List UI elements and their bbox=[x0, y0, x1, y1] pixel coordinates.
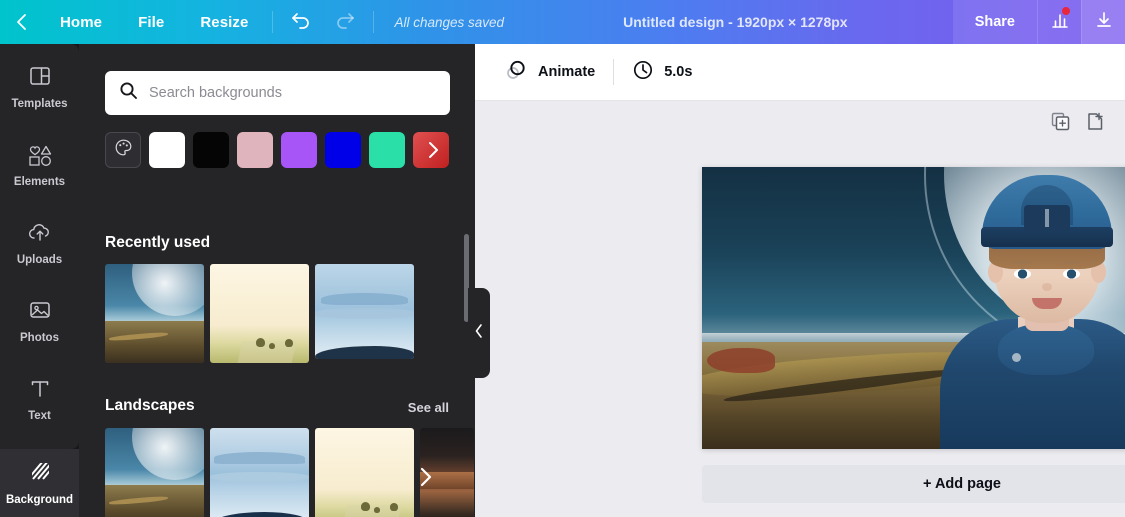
swatch-blue[interactable] bbox=[325, 132, 361, 168]
add-page-icon[interactable] bbox=[1085, 111, 1106, 137]
download-button[interactable] bbox=[1081, 0, 1125, 44]
redo-icon bbox=[334, 10, 356, 35]
share-button[interactable]: Share bbox=[952, 0, 1037, 44]
sidebar-item-elements[interactable]: Elements bbox=[0, 126, 79, 204]
back-button[interactable] bbox=[0, 0, 42, 44]
child-figure bbox=[922, 175, 1125, 449]
thumb-art bbox=[210, 428, 309, 517]
redo-button[interactable] bbox=[323, 0, 367, 44]
canvas-toolbar-divider bbox=[613, 59, 615, 85]
landscapes-next-button[interactable] bbox=[408, 460, 442, 494]
swatch-pink[interactable] bbox=[237, 132, 273, 168]
sidebar-item-background[interactable]: Background bbox=[0, 449, 79, 517]
toolbar-divider-2 bbox=[373, 11, 375, 33]
palette-icon bbox=[114, 138, 133, 162]
eye-right bbox=[1063, 269, 1080, 279]
color-swatch-row bbox=[105, 132, 475, 168]
stats-button[interactable] bbox=[1037, 0, 1081, 44]
design-page-canvas[interactable] bbox=[702, 167, 1125, 449]
nose bbox=[1042, 283, 1052, 291]
download-icon bbox=[1094, 10, 1114, 35]
thumb-art bbox=[210, 264, 309, 363]
sidebar-item-text[interactable]: Text bbox=[0, 360, 79, 438]
top-toolbar: Home File Resize All changes saved Untit… bbox=[0, 0, 1125, 44]
animate-button[interactable]: Animate bbox=[490, 52, 609, 92]
animate-circles-icon bbox=[504, 58, 528, 86]
save-status: All changes saved bbox=[394, 14, 505, 30]
child-sweater bbox=[940, 319, 1125, 449]
sidebar-item-label: Uploads bbox=[16, 254, 63, 267]
thumb-art bbox=[105, 264, 204, 363]
search-icon bbox=[119, 81, 138, 105]
cap-strap bbox=[1024, 205, 1070, 231]
sidebar-item-label: Templates bbox=[11, 98, 68, 111]
canvas-area: Animate 5.0s + Add page bbox=[475, 44, 1125, 517]
duration-label: 5.0s bbox=[664, 64, 693, 80]
thumb-art bbox=[315, 428, 414, 517]
sidebar-item-label: Text bbox=[28, 410, 51, 423]
thumb-art bbox=[105, 428, 204, 517]
red-rock bbox=[707, 347, 775, 373]
chevron-left-icon bbox=[474, 323, 484, 344]
swatch-white[interactable] bbox=[149, 132, 185, 168]
thumb-misty-mountains[interactable] bbox=[315, 264, 414, 359]
clock-icon bbox=[632, 59, 654, 85]
thumb-sepia-field[interactable] bbox=[315, 428, 414, 517]
sidebar-item-templates[interactable]: Templates bbox=[0, 48, 79, 126]
toolbar-divider bbox=[272, 11, 274, 33]
design-title[interactable]: Untitled design - 1920px × 1278px bbox=[623, 14, 847, 30]
canva-editor: Home File Resize All changes saved Untit… bbox=[0, 0, 1125, 517]
panel-collapse-handle[interactable] bbox=[468, 288, 490, 378]
photos-image-icon bbox=[27, 297, 53, 326]
sidebar-item-label: Photos bbox=[20, 332, 59, 345]
recently-used-title: Recently used bbox=[105, 234, 211, 251]
page-actions bbox=[1016, 102, 1106, 146]
canvas-toolbar: Animate 5.0s bbox=[475, 44, 1125, 101]
color-palette-picker[interactable] bbox=[105, 132, 141, 168]
design-artwork bbox=[702, 167, 1125, 449]
brow-left bbox=[1013, 261, 1031, 264]
add-page-button[interactable]: + Add page bbox=[702, 465, 1125, 503]
recently-used-thumbs bbox=[105, 264, 414, 363]
elements-icon bbox=[25, 141, 55, 170]
background-hatch-icon bbox=[27, 460, 53, 487]
sidebar-item-uploads[interactable]: Uploads bbox=[0, 204, 79, 282]
file-menu-item[interactable]: File bbox=[120, 0, 182, 44]
sidebar-item-label: Elements bbox=[13, 176, 66, 189]
swatch-teal[interactable] bbox=[369, 132, 405, 168]
thumb-sepia-field[interactable] bbox=[210, 264, 309, 363]
swatch-purple[interactable] bbox=[281, 132, 317, 168]
landscapes-see-all-link[interactable]: See all bbox=[408, 400, 449, 415]
left-sidebar: Templates Elements Uploads Photos Text B… bbox=[0, 44, 79, 517]
duplicate-page-icon[interactable] bbox=[1050, 111, 1071, 137]
swatches-next-button[interactable] bbox=[415, 132, 449, 168]
thumb-art bbox=[315, 264, 414, 359]
swatch-black[interactable] bbox=[193, 132, 229, 168]
undo-icon bbox=[290, 10, 312, 35]
search-input[interactable]: Search backgrounds bbox=[105, 71, 450, 115]
notification-badge bbox=[1062, 7, 1070, 15]
mouth bbox=[1032, 298, 1062, 309]
text-t-icon bbox=[27, 375, 53, 404]
thumb-desert-canyon[interactable] bbox=[105, 428, 204, 517]
thumb-desert-canyon[interactable] bbox=[105, 264, 204, 363]
home-menu-item[interactable]: Home bbox=[42, 0, 120, 44]
eye-left bbox=[1014, 269, 1031, 279]
duration-button[interactable]: 5.0s bbox=[618, 52, 706, 92]
backgrounds-panel: Search backgrounds Recently used Landsca… bbox=[79, 44, 475, 517]
resize-menu-item[interactable]: Resize bbox=[182, 0, 266, 44]
undo-button[interactable] bbox=[279, 0, 323, 44]
swatch-red[interactable] bbox=[413, 132, 449, 168]
brow-right bbox=[1063, 261, 1081, 264]
thumb-blue-mountains[interactable] bbox=[210, 428, 309, 517]
sidebar-item-photos[interactable]: Photos bbox=[0, 282, 79, 360]
sidebar-item-label: Background bbox=[5, 494, 74, 506]
search-placeholder: Search backgrounds bbox=[149, 85, 282, 101]
templates-icon bbox=[27, 63, 53, 92]
chevron-left-icon bbox=[14, 12, 28, 32]
uploads-cloud-icon bbox=[26, 219, 54, 248]
landscapes-title: Landscapes bbox=[105, 397, 195, 414]
animate-label: Animate bbox=[538, 64, 596, 80]
search-container: Search backgrounds bbox=[105, 71, 450, 115]
